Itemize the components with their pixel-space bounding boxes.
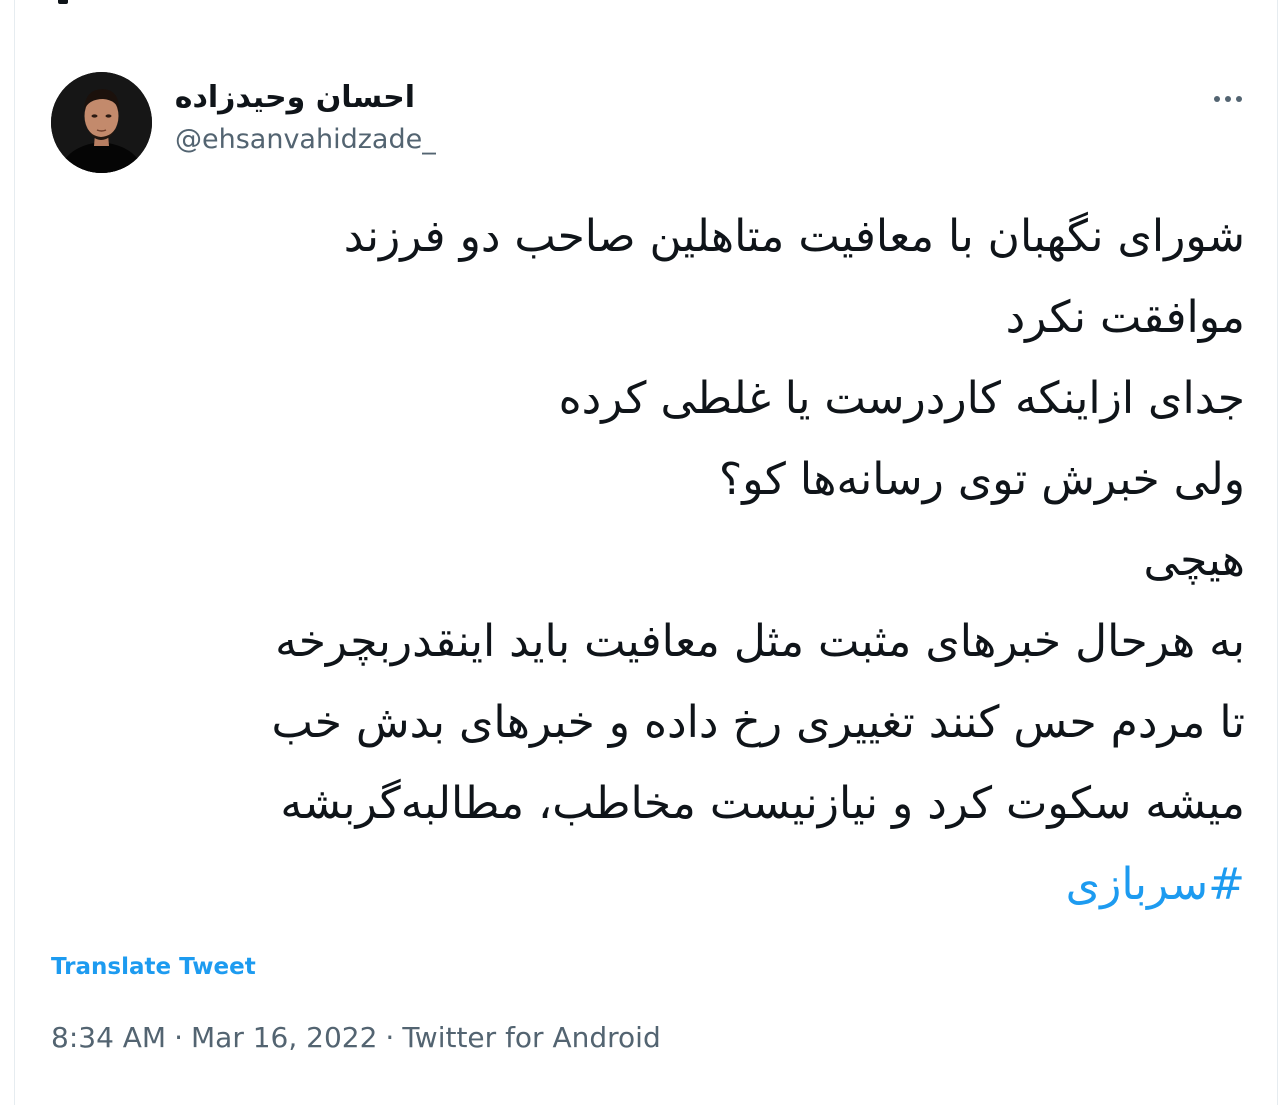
tweet-metadata: 8:34 AM · Mar 16, 2022 · Twitter for And… [51, 1021, 661, 1054]
tweet-date[interactable]: Mar 16, 2022 [191, 1021, 377, 1054]
tweet-text-line: تا مردم حس کنند تغییری رخ داده و خبرهای … [271, 697, 1245, 748]
tweet-time[interactable]: 8:34 AM [51, 1021, 166, 1054]
translate-tweet-link[interactable]: Translate Tweet [51, 954, 256, 980]
more-horizontal-icon [1225, 96, 1231, 102]
more-horizontal-icon [1214, 96, 1220, 102]
tweet-text-line: میشه سکوت کرد و نیازنیست مخاطب، مطالبه‌گ… [280, 778, 1245, 829]
metadata-separator: · [174, 1021, 183, 1054]
avatar[interactable] [51, 72, 152, 173]
tweet-text-line: هیچی [1143, 535, 1245, 586]
metadata-separator: · [385, 1021, 395, 1054]
tweet-source[interactable]: Twitter for Android [402, 1021, 660, 1054]
author-display-name[interactable]: احسان وحیدزاده [175, 80, 415, 115]
more-options-button[interactable] [1206, 84, 1250, 114]
tweet-text-line: ولی خبرش توی رسانه‌ها کو؟ [718, 454, 1245, 505]
tweet-text: شورای نگهبان با معافیت متاهلین صاحب دو ف… [40, 196, 1245, 925]
tweet-text-line: شورای نگهبان با معافیت متاهلین صاحب دو ف… [343, 211, 1245, 262]
tweet-text-line: موافقت نکرد [1005, 292, 1245, 343]
cropped-top-icon [58, 0, 68, 4]
tweet-page: احسان وحیدزاده @ehsanvahidzade_ شورای نگ… [0, 0, 1280, 1105]
avatar-photo-icon [51, 72, 152, 173]
tweet-text-line: به هرحال خبرهای مثبت مثل معافیت باید این… [275, 616, 1245, 667]
author-handle[interactable]: @ehsanvahidzade_ [175, 124, 436, 155]
hashtag-link[interactable]: #سربازی [40, 844, 1245, 925]
more-horizontal-icon [1236, 96, 1242, 102]
tweet-text-line: جدای ازاینکه کاردرست یا غلطی کرده [558, 373, 1245, 424]
